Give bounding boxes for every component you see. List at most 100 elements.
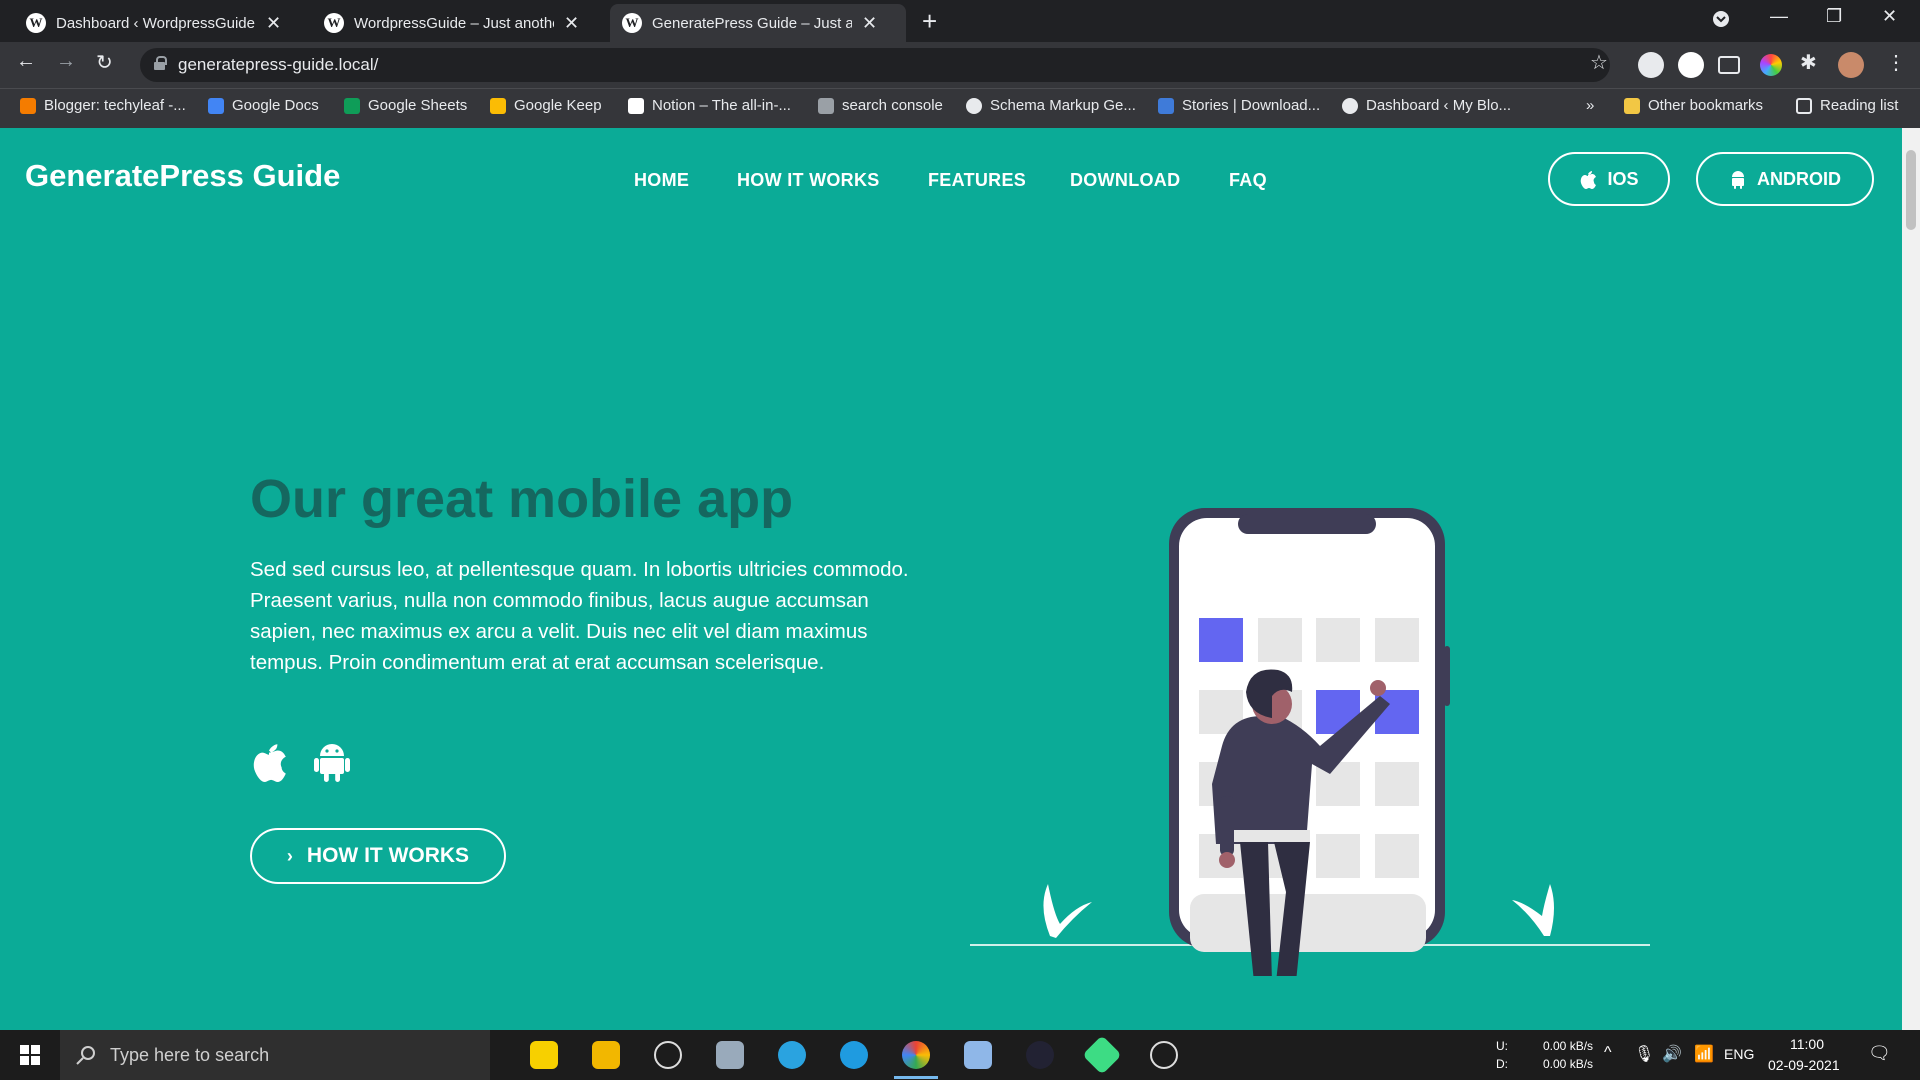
- notifications-icon[interactable]: 🗨: [1868, 1043, 1891, 1064]
- close-tab-icon[interactable]: ✕: [266, 13, 281, 34]
- bookmark-dashboard-myblog[interactable]: Dashboard ‹ My Blo...: [1342, 97, 1511, 114]
- phone-notch: [1238, 514, 1376, 534]
- bookmark-label: Notion – The all-in-...: [652, 97, 791, 114]
- ios-button-label: IOS: [1607, 168, 1639, 189]
- minimize-icon[interactable]: —: [1770, 6, 1788, 27]
- app-icon[interactable]: [716, 1041, 744, 1069]
- android-icon[interactable]: [314, 740, 350, 782]
- bookmark-label: Schema Markup Ge...: [990, 97, 1136, 114]
- wordpress-icon: W: [324, 13, 344, 33]
- nav-download[interactable]: DOWNLOAD: [1070, 170, 1180, 191]
- search-icon: [76, 1046, 95, 1065]
- obs-icon[interactable]: [654, 1041, 682, 1069]
- google-sheets-icon: [344, 97, 360, 114]
- other-bookmarks-folder[interactable]: Other bookmarks: [1624, 97, 1763, 114]
- nav-features[interactable]: FEATURES: [928, 170, 1026, 191]
- wordpress-icon: W: [26, 13, 46, 33]
- bookmark-stories[interactable]: Stories | Download...: [1158, 97, 1320, 114]
- close-tab-icon[interactable]: ✕: [862, 13, 877, 34]
- new-tab-button[interactable]: +: [922, 6, 937, 37]
- microphone-icon[interactable]: 🎙: [1634, 1044, 1654, 1064]
- bookmark-blogger[interactable]: Blogger: techyleaf -...: [20, 97, 186, 114]
- color-picker-extension-icon[interactable]: [1760, 54, 1782, 76]
- profile-avatar[interactable]: [1838, 52, 1864, 78]
- restore-icon[interactable]: ❐: [1826, 6, 1842, 27]
- wordpress-icon: W: [622, 13, 642, 33]
- sticky-notes-icon[interactable]: [530, 1041, 558, 1069]
- extensions-puzzle-icon[interactable]: ✱: [1800, 50, 1817, 75]
- how-it-works-button[interactable]: › HOW IT WORKS: [250, 828, 506, 884]
- volume-icon[interactable]: 🔊: [1662, 1044, 1682, 1064]
- bookmark-google-keep[interactable]: Google Keep: [490, 97, 602, 114]
- chevron-up-icon[interactable]: ^: [1604, 1044, 1612, 1062]
- close-window-icon[interactable]: ✕: [1882, 6, 1897, 27]
- clock-date[interactable]: 02-09-2021: [1768, 1057, 1840, 1073]
- notion-icon: [628, 97, 644, 114]
- nav-how-it-works[interactable]: HOW IT WORKS: [737, 170, 880, 191]
- windows-start-icon[interactable]: [20, 1045, 40, 1065]
- bookmark-notion[interactable]: Notion – The all-in-...: [628, 97, 791, 114]
- extension-icon[interactable]: [1638, 52, 1664, 78]
- chevron-right-icon: ›: [286, 845, 293, 866]
- edge-icon[interactable]: [840, 1041, 868, 1069]
- ios-button[interactable]: IOS: [1548, 152, 1670, 206]
- tab-dashboard[interactable]: W Dashboard ‹ WordpressGuide — ✕: [14, 4, 293, 42]
- reading-list-button[interactable]: Reading list: [1796, 97, 1898, 114]
- android-icon: [1732, 171, 1744, 189]
- google-docs-icon: [208, 97, 224, 114]
- app-icon[interactable]: [964, 1041, 992, 1069]
- bookmark-google-docs[interactable]: Google Docs: [208, 97, 319, 114]
- bookmark-label: Google Sheets: [368, 97, 468, 114]
- close-tab-icon[interactable]: ✕: [564, 13, 579, 34]
- wifi-icon[interactable]: 📶: [1694, 1044, 1714, 1064]
- web-page: GeneratePress Guide HOME HOW IT WORKS FE…: [0, 128, 1902, 1030]
- hero-heading: Our great mobile app: [250, 469, 794, 529]
- plant-left: [1043, 884, 1092, 938]
- bookmark-star-icon[interactable]: ☆: [1590, 50, 1608, 75]
- blogger-icon: [20, 97, 36, 114]
- back-icon[interactable]: ←: [16, 50, 36, 73]
- bookmark-schema-markup[interactable]: Schema Markup Ge...: [966, 97, 1136, 114]
- tab-search-icon[interactable]: [1712, 10, 1730, 33]
- tab-wordpressguide[interactable]: W WordpressGuide – Just another W ✕: [312, 4, 591, 42]
- windows-taskbar: Type here to search U: D: 0.00 kB/s 0.00…: [0, 1030, 1920, 1080]
- scrollbar-thumb[interactable]: [1906, 150, 1916, 230]
- bookmark-label: Google Keep: [514, 97, 602, 114]
- extension-icon[interactable]: [1718, 56, 1740, 74]
- more-bookmarks-button[interactable]: »: [1586, 97, 1594, 114]
- folder-icon: [1624, 97, 1640, 114]
- forward-icon[interactable]: →: [56, 50, 76, 73]
- android-button[interactable]: ANDROID: [1696, 152, 1874, 206]
- bookmark-label: Dashboard ‹ My Blo...: [1366, 97, 1512, 114]
- bookmark-search-console[interactable]: search console: [818, 97, 943, 114]
- clock-time[interactable]: 11:00: [1790, 1036, 1824, 1052]
- extension-icon[interactable]: [1678, 52, 1704, 78]
- tab-title: Dashboard ‹ WordpressGuide —: [56, 14, 256, 32]
- android-studio-icon[interactable]: [1082, 1035, 1122, 1075]
- language-indicator[interactable]: ENG: [1724, 1046, 1754, 1062]
- net-down-speed: 0.00 kB/s: [1543, 1057, 1594, 1071]
- nav-faq[interactable]: FAQ: [1229, 170, 1267, 191]
- obs-icon[interactable]: [1150, 1041, 1178, 1069]
- telegram-icon[interactable]: [778, 1041, 806, 1069]
- chrome-icon[interactable]: [902, 1041, 930, 1069]
- tab-generatepress[interactable]: W GeneratePress Guide – Just anoth ✕: [610, 4, 906, 42]
- nav-home[interactable]: HOME: [634, 170, 689, 191]
- taskbar-search-box[interactable]: Type here to search: [60, 1030, 490, 1080]
- menu-kebab-icon[interactable]: ⋮: [1886, 50, 1906, 75]
- address-bar[interactable]: generatepress-guide.local/: [140, 48, 1610, 82]
- bookmark-label: search console: [842, 97, 943, 114]
- bookmark-google-sheets[interactable]: Google Sheets: [344, 97, 467, 114]
- app-icon[interactable]: [1026, 1041, 1054, 1069]
- tab-title: WordpressGuide – Just another W: [354, 14, 554, 32]
- search-placeholder: Type here to search: [110, 1044, 270, 1065]
- page-scrollbar[interactable]: [1902, 128, 1920, 1030]
- bookmark-label: Stories | Download...: [1182, 97, 1321, 114]
- reload-icon[interactable]: ↻: [96, 50, 113, 75]
- apple-icon[interactable]: [250, 740, 288, 782]
- net-down-label: D:: [1496, 1057, 1508, 1071]
- site-logo[interactable]: GeneratePress Guide: [25, 158, 340, 194]
- bookmark-label: Other bookmarks: [1648, 97, 1764, 114]
- file-explorer-icon[interactable]: [592, 1041, 620, 1069]
- bookmark-label: Blogger: techyleaf -...: [44, 97, 186, 114]
